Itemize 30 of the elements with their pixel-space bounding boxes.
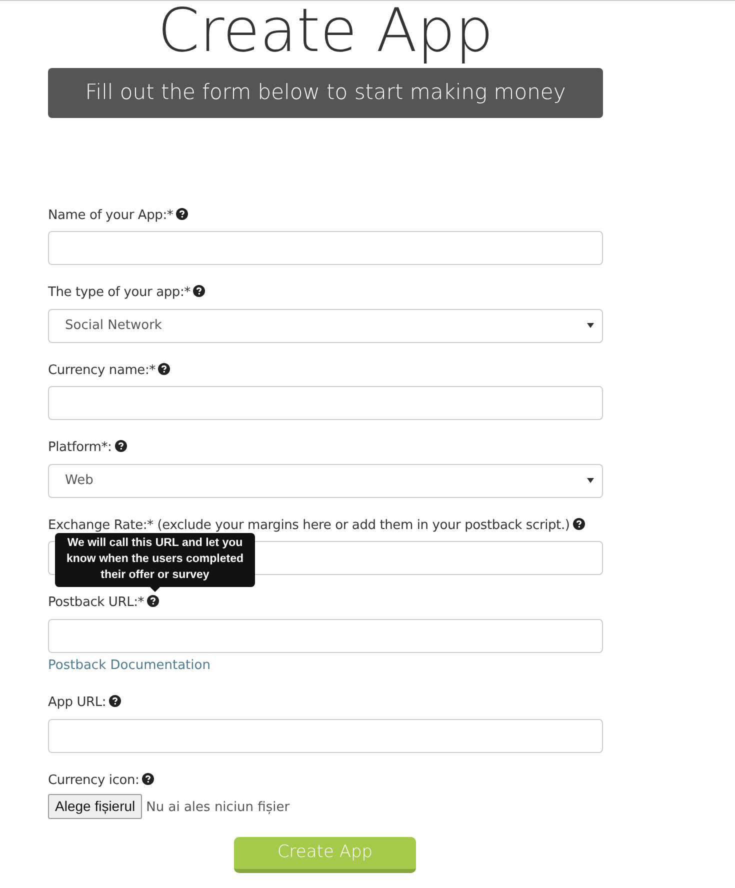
help-icon[interactable]	[114, 440, 127, 452]
help-icon[interactable]	[176, 208, 188, 220]
file-button[interactable]: Alege fișierul	[48, 794, 142, 819]
help-icon[interactable]	[193, 285, 206, 297]
dropdown[interactable]: Web	[48, 464, 603, 498]
help-icon[interactable]	[142, 772, 154, 784]
input-field[interactable]	[48, 386, 603, 420]
page-title: Create App	[156, 1, 494, 66]
field-label: Currency name:*	[48, 362, 156, 378]
field-label: Postback URL:*	[48, 595, 144, 610]
banner: Fill out the form below to start making money	[48, 68, 603, 118]
field-label: Currency icon:	[48, 772, 140, 788]
input-field[interactable]	[48, 618, 603, 652]
field-label: Platform*:	[48, 440, 112, 455]
help-icon[interactable]	[147, 595, 160, 607]
field-label: Exchange Rate:* (exclude your margins here or add them in your postback script.)	[48, 518, 570, 532]
help-icon[interactable]	[109, 695, 122, 707]
help-icon[interactable]	[158, 362, 170, 374]
field-label: The type of your app:*	[48, 285, 190, 300]
field-label: Name of your App:*	[48, 208, 174, 222]
input-field[interactable]	[48, 718, 603, 752]
file-status: Nu ai ales niciun fișier	[146, 800, 290, 815]
tooltip: We will call this URL and let you know when the users completed their offer or survey	[55, 533, 255, 592]
dropdown[interactable]: Social Network	[48, 308, 603, 342]
help-icon[interactable]	[572, 518, 585, 530]
caret-icon	[587, 478, 594, 483]
input-field[interactable]	[48, 231, 603, 265]
caret-icon	[587, 323, 594, 328]
field-label: App URL:	[48, 695, 106, 710]
documentation-link[interactable]: Postback Documentation	[48, 656, 210, 675]
